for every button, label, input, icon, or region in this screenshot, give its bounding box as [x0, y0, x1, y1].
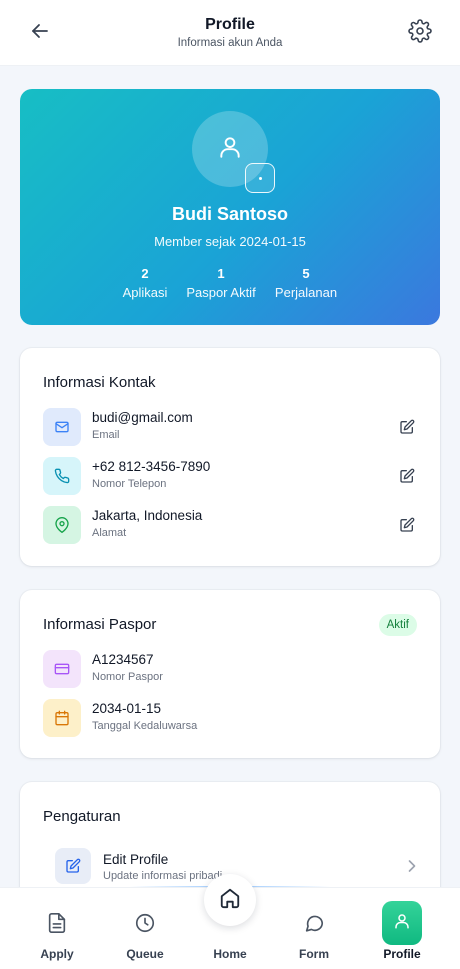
nav-label: Home [213, 947, 247, 961]
passport-row-number: A1234567 Nomor Paspor [43, 650, 418, 688]
contact-row-email: budi@gmail.com Email [43, 408, 418, 446]
stat-label: Perjalanan [274, 285, 338, 300]
member-since: Member sejak 2024-01-15 [154, 234, 306, 249]
page-title: Profile [205, 16, 255, 33]
passport-label: Tanggal Kedaluwarsa [92, 720, 198, 732]
map-pin-icon [43, 506, 81, 544]
contact-info-card: Informasi Kontak budi@gmail.com Email +6… [20, 348, 440, 566]
nav-label: Form [299, 947, 329, 961]
passport-row-expiry: 2034-01-15 Tanggal Kedaluwarsa [43, 699, 418, 737]
stat-trips: 5 Perjalanan [256, 266, 356, 300]
contact-label: Nomor Telepon [92, 478, 167, 490]
contact-row-phone: +62 812-3456-7890 Nomor Telepon [43, 457, 418, 495]
change-photo-button[interactable] [245, 163, 275, 193]
calendar-icon [43, 699, 81, 737]
nav-label: Queue [126, 947, 164, 961]
settings-item-description: Update informasi pribadi [103, 870, 223, 882]
passport-info-card: Informasi Paspor Aktif A1234567 Nomor Pa… [20, 590, 440, 758]
chat-icon [303, 912, 325, 934]
contact-label: Email [92, 429, 120, 441]
profile-stats: 2 Aplikasi 1 Paspor Aktif 5 Perjalanan [20, 266, 440, 306]
section-title: Informasi Kontak [43, 374, 156, 391]
contact-value: budi@gmail.com [92, 410, 193, 425]
chevron-right-icon [402, 856, 422, 876]
mail-icon [43, 408, 81, 446]
passport-label: Nomor Paspor [92, 671, 163, 683]
nav-label: Apply [40, 947, 74, 961]
settings-item-label: Edit Profile [103, 852, 169, 867]
nav-item-form[interactable]: Form [279, 888, 349, 969]
nav-label: Profile [383, 947, 421, 961]
profile-nav-active[interactable] [382, 901, 422, 945]
nav-item-queue[interactable]: Queue [110, 888, 180, 969]
edit-icon[interactable] [396, 416, 418, 438]
header-titles: Profile Informasi akun Anda [178, 16, 283, 49]
contact-row-address: Jakarta, Indonesia Alamat [43, 506, 418, 544]
edit-icon[interactable] [396, 465, 418, 487]
contact-value: Jakarta, Indonesia [92, 508, 203, 523]
section-title: Pengaturan [43, 808, 121, 825]
nav-item-apply[interactable]: Apply [22, 888, 92, 969]
gear-icon[interactable] [408, 19, 432, 43]
phone-icon [43, 457, 81, 495]
edit-icon [55, 848, 91, 884]
clock-icon [134, 912, 156, 934]
profile-name: Budi Santoso [172, 204, 288, 224]
section-title: Informasi Paspor [43, 616, 157, 633]
document-icon [46, 912, 68, 934]
user-icon [393, 912, 411, 935]
app-header: Profile Informasi akun Anda [0, 0, 460, 66]
page-subtitle: Informasi akun Anda [177, 37, 283, 49]
contact-label: Alamat [92, 527, 127, 539]
stat-value: 5 [302, 266, 310, 281]
camera-icon [258, 176, 262, 180]
home-icon [219, 887, 241, 914]
edit-icon[interactable] [396, 514, 418, 536]
passport-value: 2034-01-15 [92, 701, 162, 716]
profile-hero-card: Budi Santoso Member sejak 2024-01-15 2 A… [20, 89, 440, 325]
user-icon [217, 134, 243, 165]
status-badge: Aktif [378, 614, 417, 636]
contact-value: +62 812-3456-7890 [92, 459, 211, 474]
passport-value: A1234567 [92, 652, 154, 667]
back-arrow-icon[interactable] [28, 19, 52, 43]
card-icon [43, 650, 81, 688]
home-button[interactable] [204, 874, 256, 926]
